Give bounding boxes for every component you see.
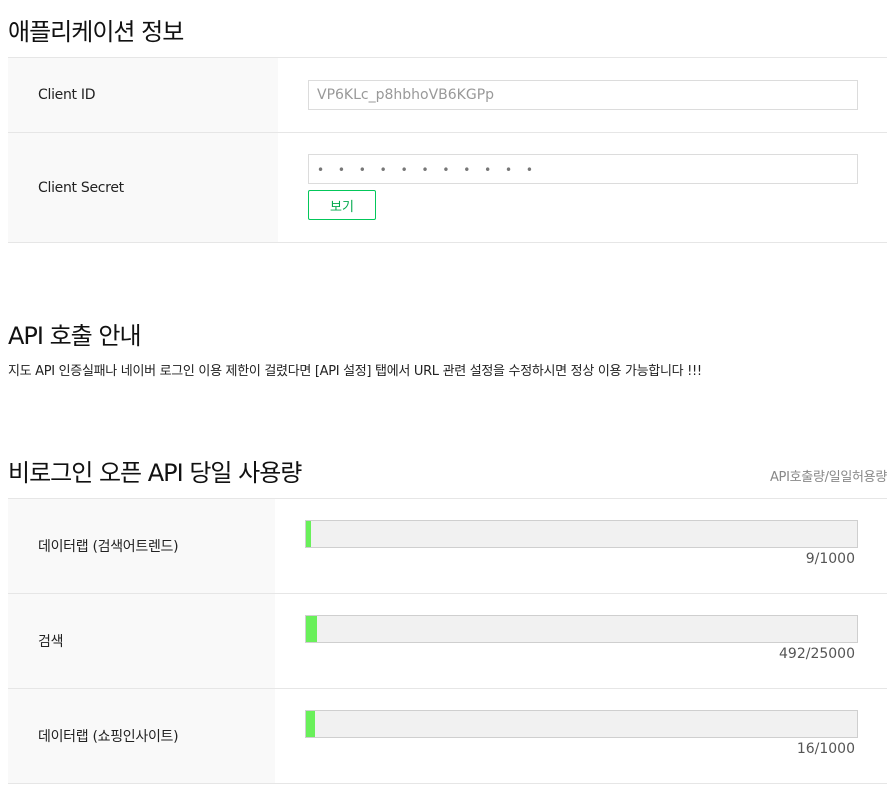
usage-progress-fill	[306, 616, 317, 642]
api-notice-text: 지도 API 인증실패나 네이버 로그인 이용 제한이 걸렸다면 [API 설정…	[8, 364, 702, 379]
client-secret-label: Client Secret	[8, 133, 278, 242]
client-id-cell: VP6KLc_p8hbhoVB6KGPp	[278, 58, 887, 132]
usage-row: 검색 492/25000	[8, 594, 887, 689]
usage-progress-bar	[305, 710, 858, 738]
client-secret-value: • • • • • • • • • • •	[317, 163, 539, 177]
usage-row-cell: 492/25000	[275, 594, 887, 688]
usage-row: 데이터랩 (검색어트렌드) 9/1000	[8, 499, 887, 594]
usage-count: 492/25000	[779, 646, 855, 662]
api-notice-title: API 호출 안내	[8, 322, 142, 350]
client-secret-row: Client Secret • • • • • • • • • • • 보기	[8, 133, 887, 243]
client-id-row: Client ID VP6KLc_p8hbhoVB6KGPp	[8, 58, 887, 133]
usage-progress-bar	[305, 520, 858, 548]
app-info-table: Client ID VP6KLc_p8hbhoVB6KGPp Client Se…	[8, 57, 887, 243]
usage-row-cell: 16/1000	[275, 689, 887, 783]
client-secret-cell: • • • • • • • • • • • 보기	[278, 133, 887, 242]
usage-progress-fill	[306, 711, 315, 737]
view-secret-button[interactable]: 보기	[308, 190, 376, 220]
usage-title: 비로그인 오픈 API 당일 사용량	[8, 459, 302, 487]
usage-count: 9/1000	[805, 551, 855, 567]
usage-progress-fill	[306, 521, 311, 547]
usage-progress-bar	[305, 615, 858, 643]
app-info-title: 애플리케이션 정보	[8, 18, 184, 46]
usage-count: 16/1000	[796, 741, 855, 757]
usage-table: 데이터랩 (검색어트렌드) 9/1000 검색 492/25000 데이터랩 (…	[8, 498, 887, 784]
client-id-field[interactable]: VP6KLc_p8hbhoVB6KGPp	[308, 80, 858, 110]
client-id-label: Client ID	[8, 58, 278, 132]
client-secret-field[interactable]: • • • • • • • • • • •	[308, 154, 858, 184]
usage-legend: API호출량/일일허용량	[769, 470, 887, 485]
usage-row-cell: 9/1000	[275, 499, 887, 593]
client-id-value: VP6KLc_p8hbhoVB6KGPp	[317, 87, 495, 103]
usage-row-label: 검색	[8, 594, 275, 688]
usage-row-label: 데이터랩 (쇼핑인사이트)	[8, 689, 275, 783]
usage-row: 데이터랩 (쇼핑인사이트) 16/1000	[8, 689, 887, 784]
usage-row-label: 데이터랩 (검색어트렌드)	[8, 499, 275, 593]
